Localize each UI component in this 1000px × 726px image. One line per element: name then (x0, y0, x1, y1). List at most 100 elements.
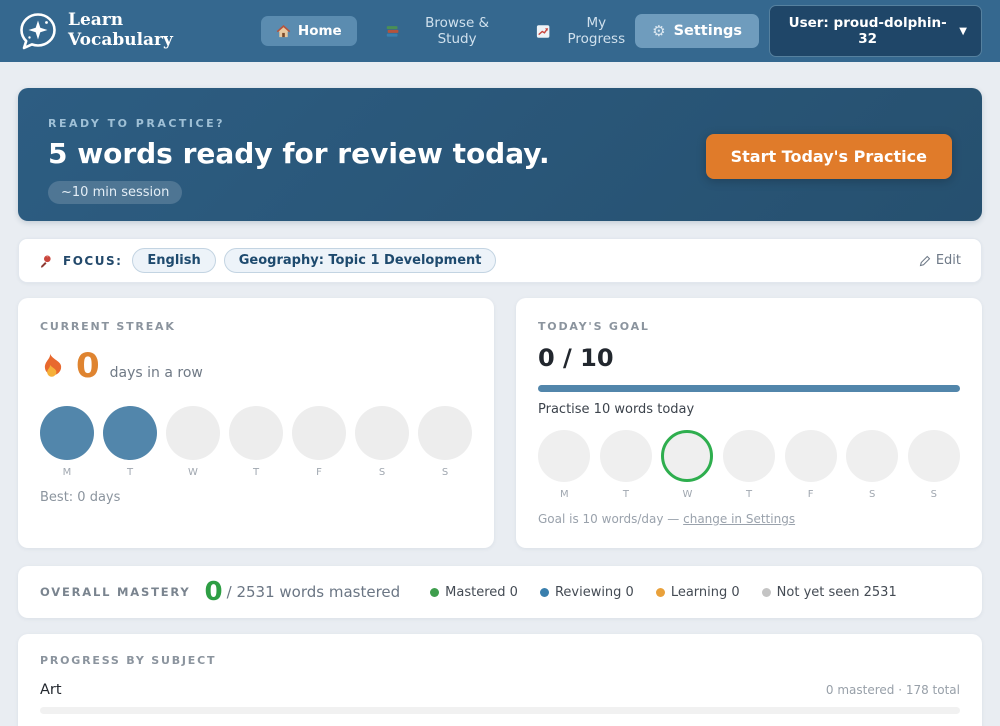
legend-label: Reviewing 0 (555, 585, 634, 600)
legend-dot-icon (762, 588, 771, 597)
day-label: T (746, 489, 752, 500)
day-circle (723, 430, 775, 482)
goal-day-cell: W (661, 430, 714, 500)
legend-item: Learning 0 (656, 585, 740, 600)
focus-label: FOCUS: (63, 254, 122, 268)
practice-hero-banner: READY TO PRACTICE? 5 words ready for rev… (18, 88, 982, 221)
nav-label: My Progress (557, 15, 635, 47)
goal-day-cell: M (538, 430, 591, 500)
day-circle (40, 406, 94, 460)
nav-item-my-progress[interactable]: My Progress (536, 15, 635, 47)
subject-name: Art (40, 682, 62, 698)
day-label: S (931, 489, 937, 500)
nav-label: Home (298, 23, 342, 39)
focus-pill[interactable]: Geography: Topic 1 Development (224, 248, 497, 273)
gear-icon: ⚙ (652, 24, 665, 39)
logo[interactable]: Learn Vocabulary (18, 11, 173, 51)
streak-day-cell: W (166, 406, 220, 478)
mastery-legend: Mastered 0 Reviewing 0 Learning 0 Not ye… (430, 585, 897, 600)
subject-stats: 0 mastered · 178 total (826, 683, 960, 697)
hero-kicker: READY TO PRACTICE? (48, 117, 952, 130)
day-circle (166, 406, 220, 460)
app-title: Learn Vocabulary (68, 11, 173, 50)
day-circle (846, 430, 898, 482)
streak-day-cell: F (292, 406, 346, 478)
goal-card-title: TODAY'S GOAL (538, 320, 960, 333)
goal-progress-bar (538, 385, 960, 392)
main-nav: Home Browse & Study My Progress (261, 15, 635, 47)
streak-day-cell: M (40, 406, 94, 478)
goal-footnote: Goal is 10 words/day — change in Setting… (538, 512, 960, 526)
day-label: M (560, 489, 569, 500)
day-label: W (188, 467, 198, 478)
streak-day-cell: T (229, 406, 283, 478)
goal-day-cell: F (784, 430, 837, 500)
day-circle (103, 406, 157, 460)
mastery-count: 0 (205, 577, 223, 607)
nav-item-home[interactable]: Home (261, 16, 357, 46)
nav-label: Browse & Study (406, 15, 508, 47)
day-label: S (869, 489, 875, 500)
main-content: READY TO PRACTICE? 5 words ready for rev… (0, 88, 1000, 726)
goal-day-cell: S (846, 430, 899, 500)
caret-down-icon: ▼ (959, 26, 967, 37)
subjects-title: PROGRESS BY SUBJECT (40, 654, 960, 667)
day-label: W (683, 489, 693, 500)
day-circle (292, 406, 346, 460)
streak-count: 0 (76, 346, 100, 386)
streak-card-title: CURRENT STREAK (40, 320, 472, 333)
goal-progress-text: 0 / 10 (538, 344, 960, 372)
day-label: T (127, 467, 133, 478)
cards-row: CURRENT STREAK 0 days in a row M (18, 298, 982, 548)
books-icon (385, 24, 399, 39)
subject-rows: Art 0 mastered · 178 total Computer Stud… (40, 682, 960, 726)
overall-mastery-bar: OVERALL MASTERY 0 / 2531 words mastered … (18, 566, 982, 618)
streak-unit: days in a row (110, 365, 203, 386)
legend-dot-icon (656, 588, 665, 597)
flame-icon (40, 351, 66, 381)
day-circle (229, 406, 283, 460)
streak-week-row: M T W T (40, 406, 472, 478)
streak-summary: 0 days in a row (40, 346, 472, 386)
legend-item: Reviewing 0 (540, 585, 634, 600)
goal-day-cell: T (723, 430, 776, 500)
todays-goal-card: TODAY'S GOAL 0 / 10 Practise 10 words to… (516, 298, 982, 548)
focus-pill[interactable]: English (132, 248, 215, 273)
legend-label: Not yet seen 2531 (777, 585, 897, 600)
goal-day-cell: T (600, 430, 653, 500)
start-practice-button[interactable]: Start Today's Practice (706, 134, 952, 179)
best-streak-text: Best: 0 days (40, 490, 472, 505)
day-label: T (253, 467, 259, 478)
streak-day-cell: S (418, 406, 472, 478)
day-label: T (623, 489, 629, 500)
day-circle (785, 430, 837, 482)
day-circle (418, 406, 472, 460)
pin-icon (39, 254, 53, 268)
goal-day-cell: S (907, 430, 960, 500)
focus-bar: FOCUS: English Geography: Topic 1 Develo… (18, 238, 982, 283)
legend-dot-icon (540, 588, 549, 597)
logo-icon (18, 11, 58, 51)
mastery-total-text: / 2531 words mastered (227, 583, 401, 601)
current-streak-card: CURRENT STREAK 0 days in a row M (18, 298, 494, 548)
subject-row: Art 0 mastered · 178 total (40, 682, 960, 714)
legend-label: Learning 0 (671, 585, 740, 600)
day-label: F (808, 489, 814, 500)
day-label: M (63, 467, 72, 478)
day-label: S (379, 467, 385, 478)
nav-item-browse-study[interactable]: Browse & Study (385, 15, 509, 47)
streak-day-cell: S (355, 406, 409, 478)
focus-pill-list: English Geography: Topic 1 Development (132, 248, 496, 273)
user-label: User: proud-dolphin-32 (784, 15, 951, 47)
user-menu-button[interactable]: User: proud-dolphin-32 ▼ (769, 5, 982, 57)
day-circle (661, 430, 713, 482)
settings-button[interactable]: ⚙ Settings (635, 14, 759, 48)
session-length-badge: ~10 min session (48, 181, 182, 204)
navbar-right: ⚙ Settings User: proud-dolphin-32 ▼ (635, 5, 982, 57)
goal-week-row: M T W T (538, 430, 960, 500)
day-circle (538, 430, 590, 482)
chart-icon (536, 24, 550, 39)
settings-label: Settings (674, 23, 742, 39)
edit-focus-link[interactable]: Edit (919, 253, 961, 268)
change-goal-settings-link[interactable]: change in Settings (683, 512, 795, 526)
